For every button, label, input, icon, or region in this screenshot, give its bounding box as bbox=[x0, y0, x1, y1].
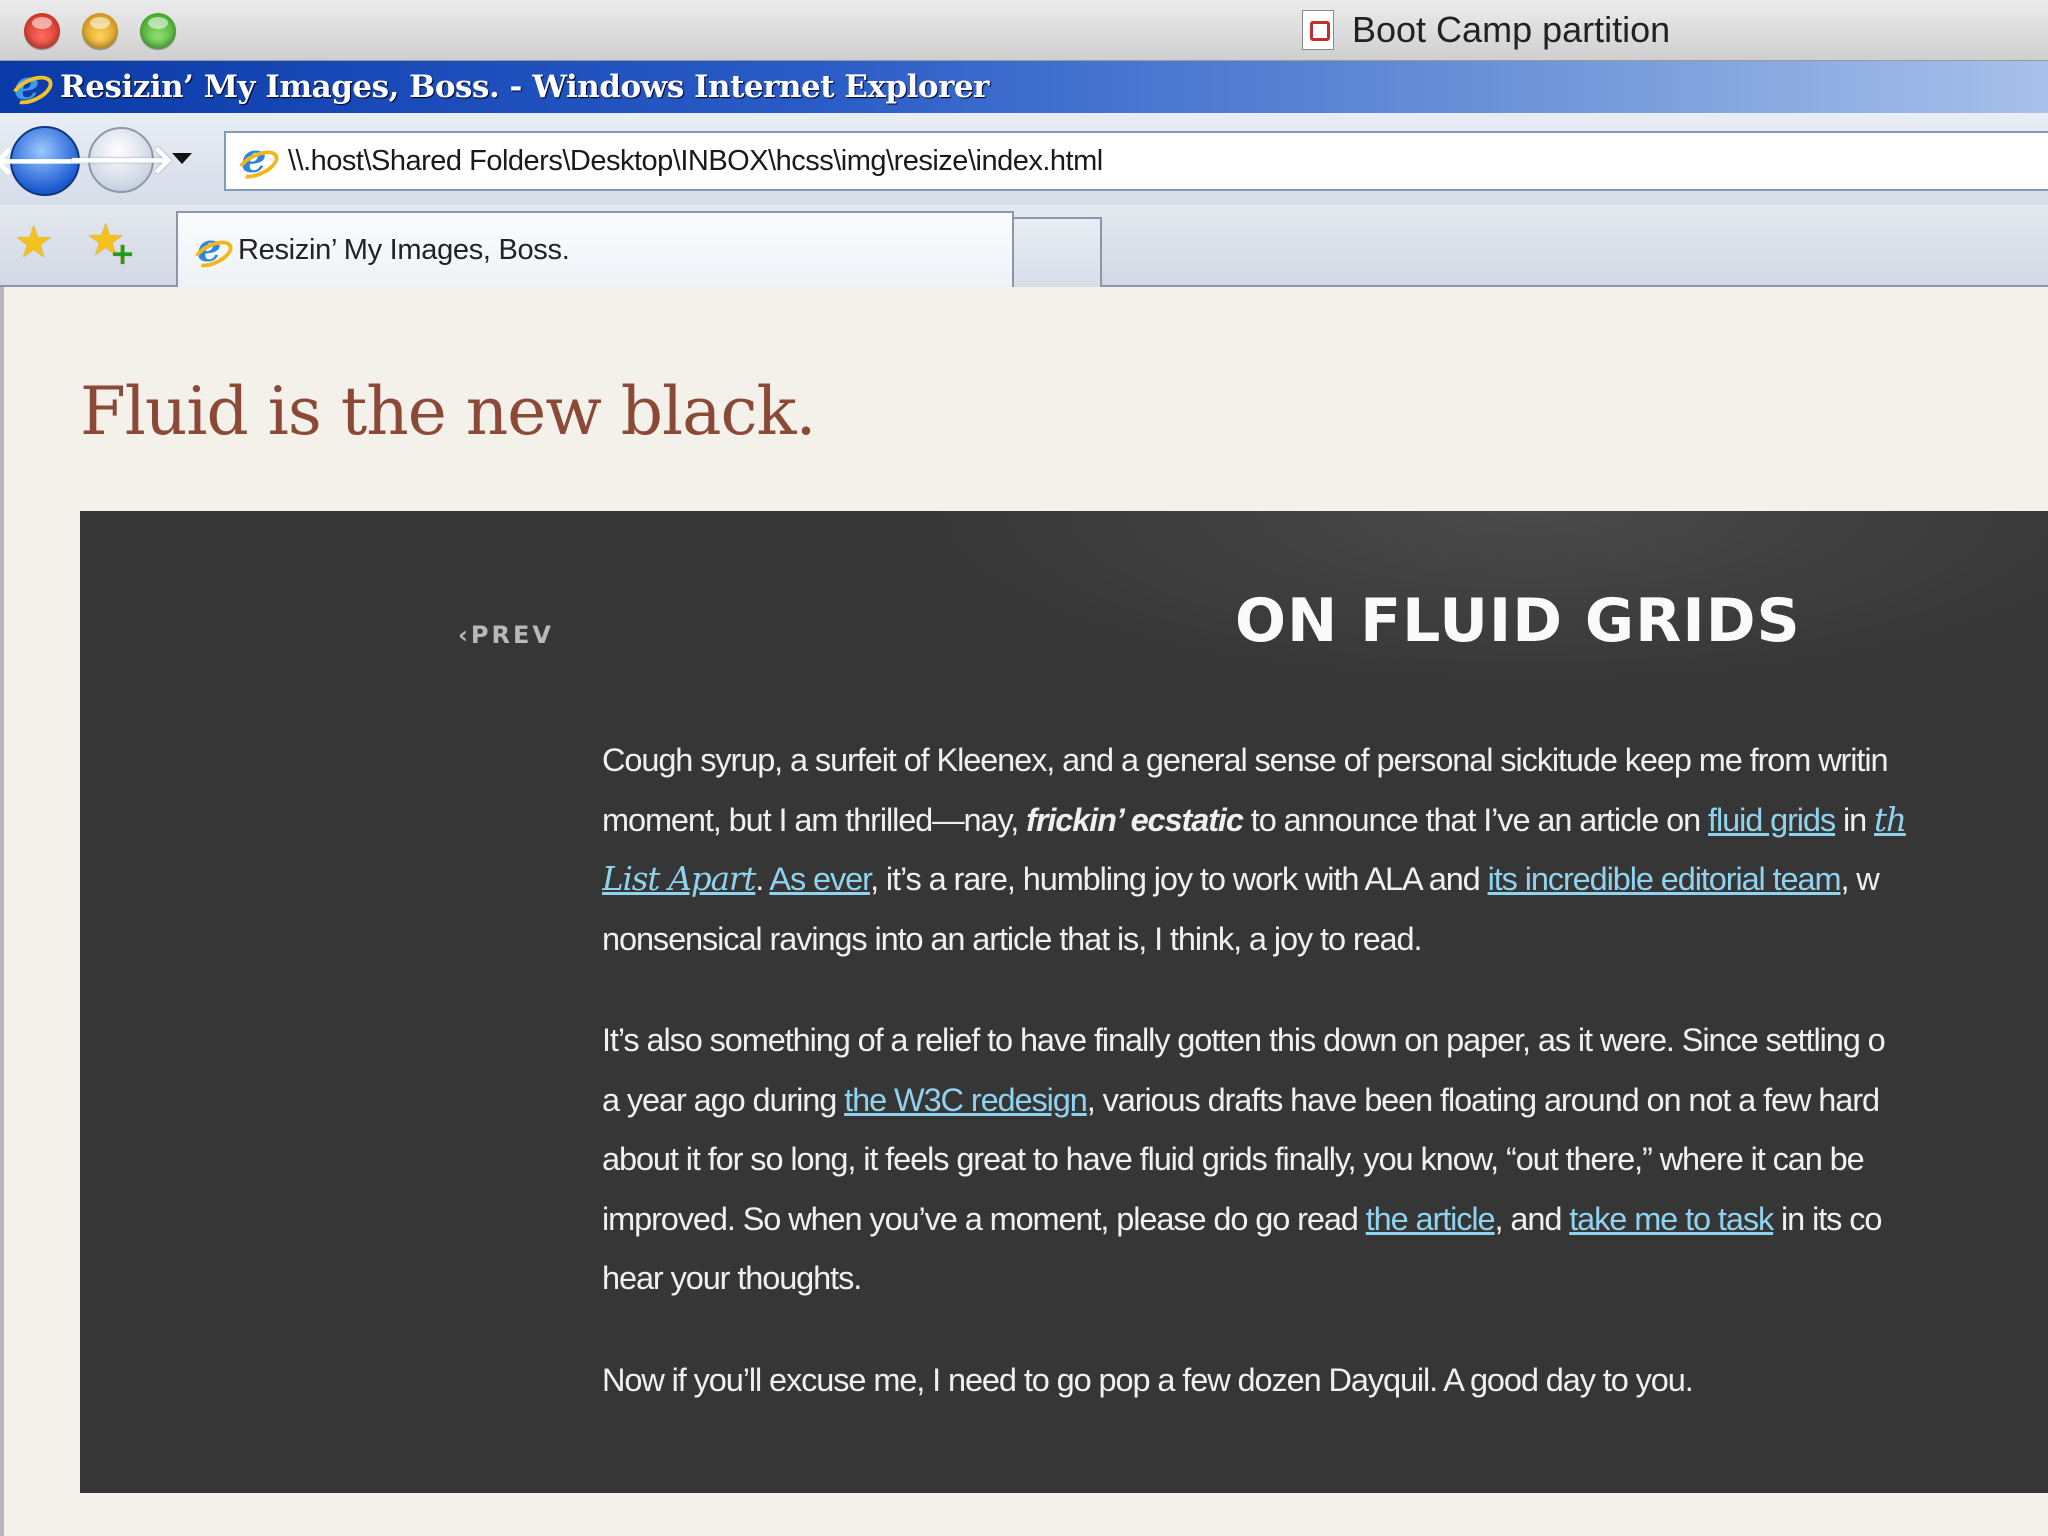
ie-logo-icon: e bbox=[6, 62, 58, 111]
article-title: ON FLUID GRIDS bbox=[1235, 586, 1801, 656]
link-fluid-grids[interactable]: fluid grids bbox=[1708, 802, 1836, 838]
tab-label: Resizin’ My Images, Boss. bbox=[238, 233, 570, 266]
link-w3c-redesign[interactable]: the W3C redesign bbox=[844, 1082, 1088, 1118]
mac-window-title: Boot Camp partition bbox=[1302, 6, 1670, 54]
p1-text-5: . bbox=[755, 861, 770, 897]
link-a-list-apart-part2[interactable]: List Apart bbox=[602, 860, 756, 898]
p1-text-4: in bbox=[1835, 801, 1875, 838]
p2-text-5: improved. So when you’ve a moment, pleas… bbox=[602, 1200, 1366, 1237]
tab-bar: ★ ★ + e Resizin’ My Images, Boss. bbox=[0, 205, 2048, 287]
p1-text-3: to announce that I’ve an article on bbox=[1242, 801, 1709, 838]
recent-pages-dropdown-icon[interactable] bbox=[172, 153, 192, 164]
p2-text-8: hear your thoughts. bbox=[602, 1260, 862, 1296]
link-take-me-to-task[interactable]: take me to task bbox=[1569, 1201, 1774, 1237]
p2-text-6: , and bbox=[1494, 1200, 1570, 1237]
address-bar[interactable]: e \\.host\Shared Folders\Desktop\INBOX\h… bbox=[224, 131, 2048, 191]
link-as-ever[interactable]: As ever bbox=[769, 861, 871, 897]
link-a-list-apart-part1[interactable]: th bbox=[1874, 801, 1907, 839]
ie-title-bar: e Resizin’ My Images, Boss. - Windows In… bbox=[0, 61, 2048, 113]
tab-current-page[interactable]: e Resizin’ My Images, Boss. bbox=[176, 211, 1014, 287]
add-to-favorites-icon[interactable]: ★ + bbox=[86, 219, 135, 273]
forward-button[interactable]: 🡒 bbox=[67, 127, 175, 193]
parallels-document-icon bbox=[1302, 10, 1334, 50]
p2-text-3: , various drafts have been floating arou… bbox=[1086, 1081, 1880, 1118]
p1-text-6: , it’s a rare, humbling joy to work with… bbox=[870, 861, 1488, 897]
zoom-window-button[interactable] bbox=[140, 13, 176, 49]
forward-arrow-icon: 🡒 bbox=[67, 137, 175, 183]
add-favorites-plus-glyph: + bbox=[110, 237, 136, 272]
mac-title-bar: Boot Camp partition bbox=[0, 0, 2048, 61]
p1-text-2: moment, but I am thrilled—nay, bbox=[602, 801, 1027, 838]
p2-text-1: It’s also something of a relief to have … bbox=[602, 1022, 1886, 1058]
p1-text-7: , w bbox=[1840, 861, 1879, 897]
link-editorial-team[interactable]: its incredible editorial team bbox=[1488, 861, 1842, 897]
address-text[interactable]: \\.host\Shared Folders\Desktop\INBOX\hcs… bbox=[288, 145, 1103, 178]
p1-emphasis: frickin’ ecstatic bbox=[1026, 801, 1244, 838]
p2-text-7: in its co bbox=[1773, 1200, 1882, 1237]
page-ie-icon: e bbox=[233, 135, 283, 185]
paragraph-3: Now if you’ll excuse me, I need to go po… bbox=[602, 1361, 1694, 1398]
favorites-center-star-icon[interactable]: ★ bbox=[14, 221, 53, 265]
page-title: Fluid is the new black. bbox=[80, 373, 816, 450]
paragraph-2: It’s also something of a relief to have … bbox=[602, 1011, 2048, 1309]
article-panel: ‹PREV ON FLUID GRIDS Cough syrup, a surf… bbox=[80, 511, 2048, 1493]
close-window-button[interactable] bbox=[24, 13, 60, 49]
p2-text-2: a year ago during bbox=[602, 1081, 845, 1118]
navigation-bar: 🡐 🡒 e \\.host\Shared Folders\Desktop\INB… bbox=[0, 113, 2048, 205]
prev-link[interactable]: ‹PREV bbox=[458, 621, 554, 649]
tab-ie-icon: e bbox=[189, 225, 237, 273]
paragraph-1: Cough syrup, a surfeit of Kleenex, and a… bbox=[602, 731, 2048, 969]
mac-window-title-text: Boot Camp partition bbox=[1352, 9, 1671, 50]
new-tab-button[interactable] bbox=[1012, 217, 1102, 287]
p1-text-8: nonsensical ravings into an article that… bbox=[602, 920, 1423, 957]
minimize-window-button[interactable] bbox=[82, 13, 118, 49]
page-viewport: Fluid is the new black. ‹PREV ON FLUID G… bbox=[0, 287, 2048, 1536]
link-the-article[interactable]: the article bbox=[1366, 1201, 1496, 1237]
p1-text-1: Cough syrup, a surfeit of Kleenex, and a… bbox=[602, 742, 1889, 778]
ie-window-title: Resizin’ My Images, Boss. - Windows Inte… bbox=[60, 69, 989, 105]
p2-text-4: about it for so long, it feels great to … bbox=[602, 1141, 1865, 1177]
article-body: Cough syrup, a surfeit of Kleenex, and a… bbox=[602, 731, 2048, 1452]
